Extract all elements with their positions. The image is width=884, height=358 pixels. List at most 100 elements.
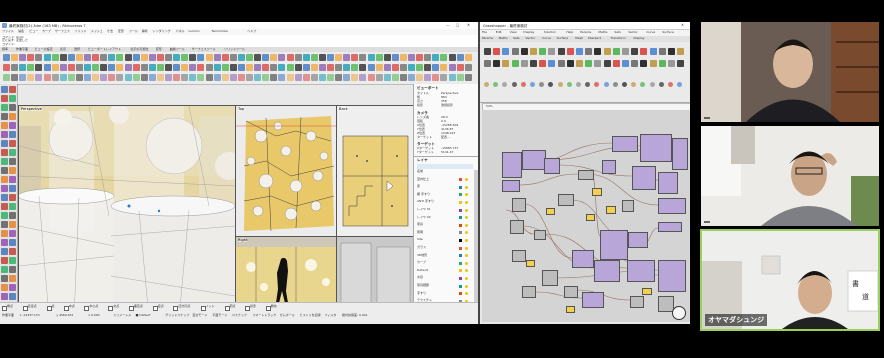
toolbar-icon[interactable] (43, 54, 51, 61)
right-label[interactable]: Right (238, 238, 248, 242)
gh-component-icon[interactable] (658, 48, 666, 55)
gh-ribbon-small-icon[interactable] (511, 82, 517, 87)
zoom-level[interactable]: 54% (486, 104, 493, 108)
toolbar-icon[interactable] (327, 54, 334, 61)
toolbar-icon[interactable] (246, 64, 253, 71)
gh-component-node[interactable] (612, 136, 638, 152)
layer-row[interactable]: 木目 (417, 275, 423, 279)
menu-item[interactable]: 変形 (118, 29, 124, 33)
toolbar-icon[interactable] (432, 64, 440, 71)
gh-tab[interactable]: Surface (557, 36, 568, 40)
tool-icon[interactable] (1, 158, 8, 165)
toolbar-icon[interactable] (383, 74, 391, 81)
toolbar-icon[interactable] (156, 64, 164, 71)
toolbar-icon[interactable] (165, 64, 172, 71)
gh-component-icon[interactable] (539, 48, 547, 55)
gh-ribbon-small-icon[interactable] (530, 82, 535, 87)
toolbar-icon[interactable] (156, 74, 164, 81)
tool-icon[interactable] (1, 176, 8, 183)
menu-item[interactable]: 編集 (18, 29, 24, 33)
toolbar-icon[interactable] (278, 74, 286, 81)
toolbar-icon[interactable] (391, 64, 399, 71)
gh-menu-item[interactable]: Vector (628, 30, 638, 34)
toolbar-icon[interactable] (92, 74, 100, 81)
gh-component-node[interactable] (502, 152, 522, 178)
layer-row[interactable]: 床 (417, 184, 420, 188)
gh-ribbon-small-icon[interactable] (585, 82, 591, 87)
gh-component-icon[interactable] (576, 60, 583, 67)
toolbar-icon[interactable] (229, 74, 237, 81)
toolbar-icon[interactable] (375, 64, 383, 71)
toolbar-icon[interactable] (359, 64, 367, 71)
gh-ribbon-small-icon[interactable] (631, 82, 637, 87)
gh-ribbon-small-icon[interactable] (557, 82, 563, 87)
participant-video-2[interactable] (701, 126, 879, 226)
gh-component-icon[interactable] (677, 60, 685, 67)
gh-ribbon-small-icon[interactable] (668, 82, 673, 87)
tool-icon[interactable] (9, 194, 16, 201)
layer-color-swatch[interactable] (459, 231, 462, 235)
toolbar-icon[interactable] (51, 54, 59, 61)
toolbar-icon[interactable] (140, 54, 148, 61)
gh-component-icon[interactable] (566, 60, 574, 67)
gh-ribbon-small-icon[interactable] (539, 82, 545, 87)
toolbar-icon[interactable] (189, 64, 197, 71)
layer-color-swatch[interactable] (459, 261, 462, 265)
toolbar-icon[interactable] (27, 64, 35, 71)
toolbar-icon[interactable] (351, 74, 359, 81)
toolbar-icon[interactable] (416, 64, 424, 71)
tool-icon[interactable] (1, 293, 8, 300)
status-item[interactable]: ガムボール (280, 313, 295, 317)
toolbar-icon[interactable] (262, 64, 270, 71)
toolbar-icon[interactable] (286, 64, 294, 71)
gh-menu-item[interactable]: Solution (544, 30, 556, 34)
toolbar-icon[interactable] (156, 54, 164, 61)
toolbar-tab[interactable]: ビューポートレイアウト (88, 47, 121, 51)
layer-visibility-icon[interactable] (465, 216, 468, 220)
layer-visibility-icon[interactable] (465, 276, 468, 280)
minimize-icon[interactable]: — (446, 23, 450, 27)
gh-component-icon[interactable] (502, 60, 510, 67)
toolbar-icon[interactable] (221, 64, 229, 71)
gh-ribbon-small-icon[interactable] (520, 82, 526, 87)
gh-menu-item[interactable]: Params (580, 30, 591, 34)
gh-component-node[interactable] (630, 296, 644, 308)
gh-component-icon[interactable] (649, 48, 657, 55)
menu-item[interactable]: Twinmotion (211, 29, 228, 33)
toolbar-icon[interactable] (399, 74, 407, 81)
tool-icon[interactable] (1, 149, 8, 156)
gh-menu-item[interactable]: Surface (662, 30, 673, 34)
toolbar-icon[interactable] (464, 74, 472, 81)
toolbar-icon[interactable] (375, 54, 383, 61)
toolbar-icon[interactable] (391, 74, 399, 81)
toolbar-icon[interactable] (189, 74, 197, 81)
toolbar-icon[interactable] (116, 74, 124, 81)
gh-component-node[interactable] (578, 170, 594, 180)
layer-color-swatch[interactable] (459, 216, 462, 220)
toolbar-icon[interactable] (173, 54, 181, 61)
tool-icon[interactable] (1, 113, 8, 120)
toolbar-icon[interactable] (432, 54, 440, 61)
gh-component-icon[interactable] (658, 60, 666, 67)
layer-color-swatch[interactable] (459, 269, 462, 273)
gh-tab[interactable]: Curve (542, 36, 551, 40)
gh-ribbon-small-icon[interactable] (640, 82, 646, 87)
gh-component-icon[interactable] (594, 60, 602, 67)
property-value[interactable]: 配置... (441, 135, 450, 139)
gh-component-node[interactable] (642, 288, 652, 295)
toolbar-icon[interactable] (124, 74, 132, 81)
layer-row[interactable]: 照明 (417, 230, 423, 234)
toolbar-icon[interactable] (310, 74, 318, 81)
gh-component-node[interactable] (606, 206, 616, 214)
toolbar-icon[interactable] (67, 54, 75, 61)
gh-tab[interactable]: Maths (499, 36, 508, 40)
gh-component-icon[interactable] (520, 60, 528, 67)
toolbar-icon[interactable] (399, 54, 407, 61)
layer-visibility-icon[interactable] (465, 292, 468, 296)
toolbar-icon[interactable] (213, 74, 221, 81)
tool-icon[interactable] (1, 167, 8, 174)
toolbar-icon[interactable] (197, 64, 205, 71)
gh-component-icon[interactable] (612, 60, 620, 67)
toolbar-icon[interactable] (254, 74, 262, 81)
menu-item[interactable]: 寸法 (107, 29, 113, 33)
